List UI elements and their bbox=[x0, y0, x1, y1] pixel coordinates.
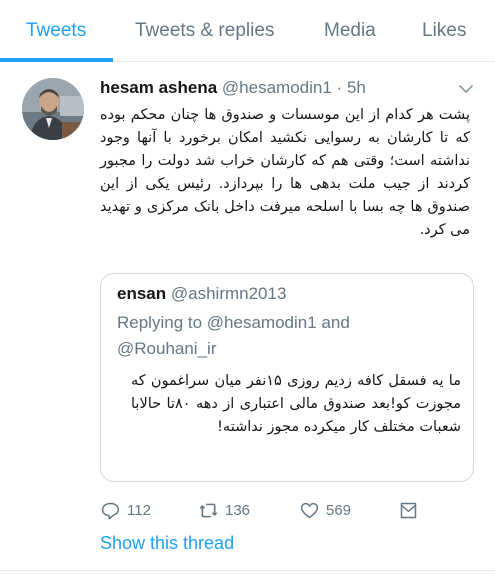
share-icon bbox=[400, 502, 417, 518]
quoted-tweet-text: ما یه فسقل کافه زدیم روزی ۱۵نفر میان سرا… bbox=[131, 373, 461, 435]
divider bbox=[0, 570, 495, 571]
active-tab-indicator bbox=[0, 58, 113, 62]
replying-to: Replying to @hesamodin1 and @Rouhani_ir bbox=[117, 310, 457, 362]
profile-tabs: Tweets Tweets & replies Media Likes bbox=[0, 0, 495, 62]
quoted-tweet[interactable]: ensan @ashirmn2013 Replying to @hesamodi… bbox=[100, 273, 474, 482]
retweet-button[interactable]: 136 bbox=[198, 498, 250, 522]
tab-likes[interactable]: Likes bbox=[422, 20, 466, 42]
tweet-actions: 112 136 569 bbox=[100, 498, 480, 522]
tab-tweets-and-replies[interactable]: Tweets & replies bbox=[135, 20, 274, 42]
avatar[interactable] bbox=[22, 78, 84, 140]
tweet-text: پشت هر کدام از این موسسات و صندوق ها چنا… bbox=[100, 107, 470, 238]
reply-button[interactable]: 112 bbox=[100, 498, 151, 522]
mention-hesamodin1[interactable]: @hesamodin1 bbox=[207, 313, 317, 332]
mention-rouhani[interactable]: @Rouhani_ir bbox=[117, 339, 216, 358]
tab-tweets[interactable]: Tweets bbox=[26, 20, 86, 42]
user-handle[interactable]: @hesamodin1 bbox=[222, 78, 332, 97]
reply-icon bbox=[101, 502, 120, 520]
quoted-user-handle: @ashirmn2013 bbox=[170, 284, 287, 303]
tweet-timestamp[interactable]: 5h bbox=[347, 78, 366, 97]
reply-count: 112 bbox=[127, 501, 151, 519]
replying-and: and bbox=[321, 313, 350, 332]
replying-to-prefix: Replying to bbox=[117, 313, 203, 332]
avatar-image bbox=[22, 78, 84, 140]
like-count: 569 bbox=[326, 501, 352, 519]
tweet-header: hesam ashena @hesamodin1 · 5h bbox=[100, 78, 460, 104]
heart-icon bbox=[300, 502, 319, 518]
display-name[interactable]: hesam ashena bbox=[100, 78, 217, 97]
show-thread-link[interactable]: Show this thread bbox=[100, 533, 234, 554]
retweet-count: 136 bbox=[225, 501, 251, 519]
separator-dot: · bbox=[336, 78, 343, 97]
quoted-display-name: ensan bbox=[117, 284, 167, 303]
tab-media[interactable]: Media bbox=[324, 20, 376, 42]
chevron-down-icon[interactable] bbox=[457, 80, 475, 98]
share-button[interactable] bbox=[398, 498, 425, 522]
quoted-tweet-header: ensan @ashirmn2013 bbox=[117, 284, 286, 304]
like-button[interactable]: 569 bbox=[299, 498, 351, 522]
retweet-icon bbox=[199, 503, 218, 517]
